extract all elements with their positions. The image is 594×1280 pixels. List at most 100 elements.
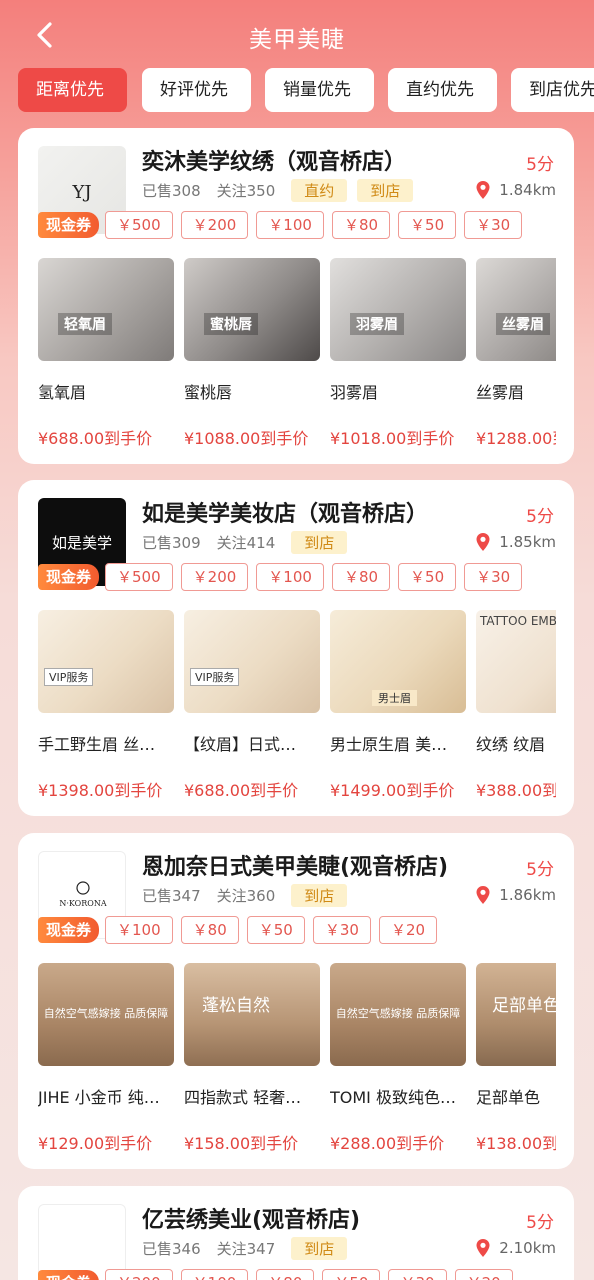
shop-card[interactable]: N·KORONA 恩加奈日式美甲美睫(观音桥店) 5分 已售347 关注360 … [18,833,574,1169]
product-image: 男士眉 [330,610,466,713]
product-item[interactable]: VIP服务 【纹眉】日式野生眉 ¥688.00到手价 [184,610,320,800]
product-row: 自然空气感嫁接 品质保障 JIHE 小金币 纯色美甲 ¥129.00到手价 蓬松… [38,963,556,1153]
coupon[interactable]: ￥80 [180,916,239,944]
product-item[interactable]: 自然空气感嫁接 品质保障 JIHE 小金币 纯色美甲 ¥129.00到手价 [38,963,174,1153]
distance-text: 2.10km [499,1239,556,1257]
shop-card[interactable]: 亿芸绣美业(观音桥店) 5分 已售346 关注347 到店 2.10km 现金券… [18,1186,574,1280]
tab-in-store-first[interactable]: 到店优先 [511,68,594,112]
product-name: 氢氧眉 [38,383,87,402]
shop-name: 如是美学美妆店（观音桥店） [142,502,429,527]
thumb-label: VIP服务 [190,668,240,686]
product-price: ¥1398.00到手价 [38,781,163,800]
coupon[interactable]: ￥30 [464,563,523,591]
product-item[interactable]: 蜜桃唇 蜜桃唇 ¥1088.00到手价 [184,258,320,448]
shop-card[interactable]: YJ 奕沐美学纹绣（观音桥店） 5分 已售308 关注350 直约 到店 1.8… [18,128,574,464]
coupon[interactable]: ￥30 [312,916,371,944]
product-item[interactable]: 自然空气感嫁接 品质保障 TOMI 极致纯色美甲 ¥288.00到手价 [330,963,466,1153]
thumb-label: 轻氧眉 [58,313,112,335]
coupon[interactable]: ￥100 [256,211,324,239]
coupon[interactable]: ￥50 [322,1269,381,1280]
coupon-row: 现金券 ￥500 ￥200 ￥100 ￥80 ￥50 ￥30 [38,562,556,592]
location-pin-icon [476,533,490,551]
tag-in-store: 到店 [291,530,348,554]
thumb-label: 男士眉 [372,690,417,706]
coupon-row: 现金券 ￥500 ￥200 ￥100 ￥80 ￥50 ￥30 [38,210,556,240]
cash-coupon-badge: 现金券 [38,917,100,943]
shop-meta: 已售346 关注347 到店 [142,1236,357,1260]
shop-score: 5分 [526,507,554,527]
shop-distance: 1.84km [475,180,556,200]
product-price: ¥388.00到手价 [476,781,556,800]
coupon[interactable]: ￥100 [256,563,324,591]
shop-meta: 已售309 关注414 到店 [142,530,357,554]
thumb-label: 足部单色 [492,996,556,1016]
product-item[interactable]: 轻氧眉 氢氧眉 ¥688.00到手价 [38,258,174,448]
coupon[interactable]: ￥20 [378,916,438,944]
thumb-label: VIP服务 [44,668,94,686]
logo-text: 如是美学 [52,534,112,552]
shop-distance: 1.85km [475,532,556,552]
coupon[interactable]: ￥80 [331,211,391,239]
coupon[interactable]: ￥50 [398,563,457,591]
tab-direct-booking-first[interactable]: 直约优先 [388,68,497,112]
thumb-label: 蓬松自然 [202,996,270,1016]
product-image: VIP服务 [38,610,174,713]
product-item[interactable]: 蓬松自然 四指款式 轻奢美甲 ¥158.00到手价 [184,963,320,1153]
product-name: 四指款式 轻奢美甲 [184,1088,312,1107]
product-price: ¥1088.00到手价 [184,429,309,448]
coupon[interactable]: ￥20 [454,1269,513,1280]
coupon[interactable]: ￥50 [246,916,305,944]
product-name: 纹绣 纹眉 [476,735,546,754]
product-item[interactable]: VIP服务 手工野生眉 丝雾眉 ¥1398.00到手价 [38,610,174,800]
product-price: ¥138.00到手价 [476,1134,556,1153]
product-price: ¥1018.00到手价 [330,429,455,448]
distance-text: 1.85km [499,533,556,551]
coupon[interactable]: ￥50 [398,211,457,239]
product-item[interactable]: 羽雾眉 羽雾眉 ¥1018.00到手价 [330,258,466,448]
coupon[interactable]: ￥200 [105,1269,173,1280]
product-name: 丝雾眉 [476,383,525,402]
product-item[interactable]: TATTOO EMBR 纹绣 纹眉 ¥388.00到手价 [476,610,556,800]
sort-tab-bar: 距离优先 好评优先 销量优先 直约优先 到店优先 [0,68,594,114]
coupon[interactable]: ￥100 [180,1269,249,1280]
product-item[interactable]: 男士眉 男士原生眉 美男眉 ¥1499.00到手价 [330,610,466,800]
tab-distance-first[interactable]: 距离优先 [18,68,127,112]
tab-rating-first[interactable]: 好评优先 [142,68,251,112]
coupon[interactable]: ￥30 [464,211,523,239]
product-item[interactable]: 丝雾眉 丝雾眉 ¥1288.00到手价 [476,258,556,448]
product-name: JIHE 小金币 纯色美甲 [38,1088,166,1107]
shop-name: 恩加奈日式美甲美睫(观音桥店) [142,855,449,880]
cash-coupon-badge: 现金券 [38,564,100,590]
coupon[interactable]: ￥500 [105,211,173,239]
coupon[interactable]: ￥30 [388,1269,447,1280]
product-row: 轻氧眉 氢氧眉 ¥688.00到手价 蜜桃唇 蜜桃唇 ¥1088.00到手价 羽… [38,258,556,448]
product-price: ¥688.00到手价 [38,429,153,448]
location-pin-icon [476,181,490,199]
tag-in-store: 到店 [291,883,348,907]
coupon[interactable]: ￥200 [180,211,249,239]
product-image: VIP服务 [184,610,320,713]
product-row: VIP服务 手工野生眉 丝雾眉 ¥1398.00到手价 VIP服务 【纹眉】日式… [38,610,556,800]
product-item[interactable]: 足部单色 足部单色 ¥138.00到手价 [476,963,556,1153]
tab-sales-first[interactable]: 销量优先 [265,68,374,112]
coupon[interactable]: ￥80 [256,1269,315,1280]
cash-coupon-badge: 现金券 [38,212,100,238]
distance-text: 1.84km [499,181,556,199]
logo-text: N·KORONA [59,899,106,908]
product-image: 自然空气感嫁接 品质保障 [38,963,174,1066]
sold-count: 已售308 [142,181,201,200]
product-price: ¥688.00到手价 [184,781,299,800]
product-image: 轻氧眉 [38,258,174,361]
cash-coupon-badge: 现金券 [38,1270,100,1280]
product-name: 蜜桃唇 [184,383,233,402]
shop-meta: 已售347 关注360 到店 [142,883,357,907]
coupon[interactable]: ￥500 [105,563,173,591]
coupon[interactable]: ￥80 [331,563,391,591]
coupon[interactable]: ￥100 [105,916,173,944]
shop-score: 5分 [526,155,554,175]
product-image: 蜜桃唇 [184,258,320,361]
shop-card[interactable]: 如是美学 如是美学美妆店（观音桥店） 5分 已售309 关注414 到店 1.8… [18,480,574,816]
shop-name: 奕沐美学纹绣（观音桥店） [142,150,407,175]
coupon[interactable]: ￥200 [180,563,249,591]
product-image: 羽雾眉 [330,258,466,361]
